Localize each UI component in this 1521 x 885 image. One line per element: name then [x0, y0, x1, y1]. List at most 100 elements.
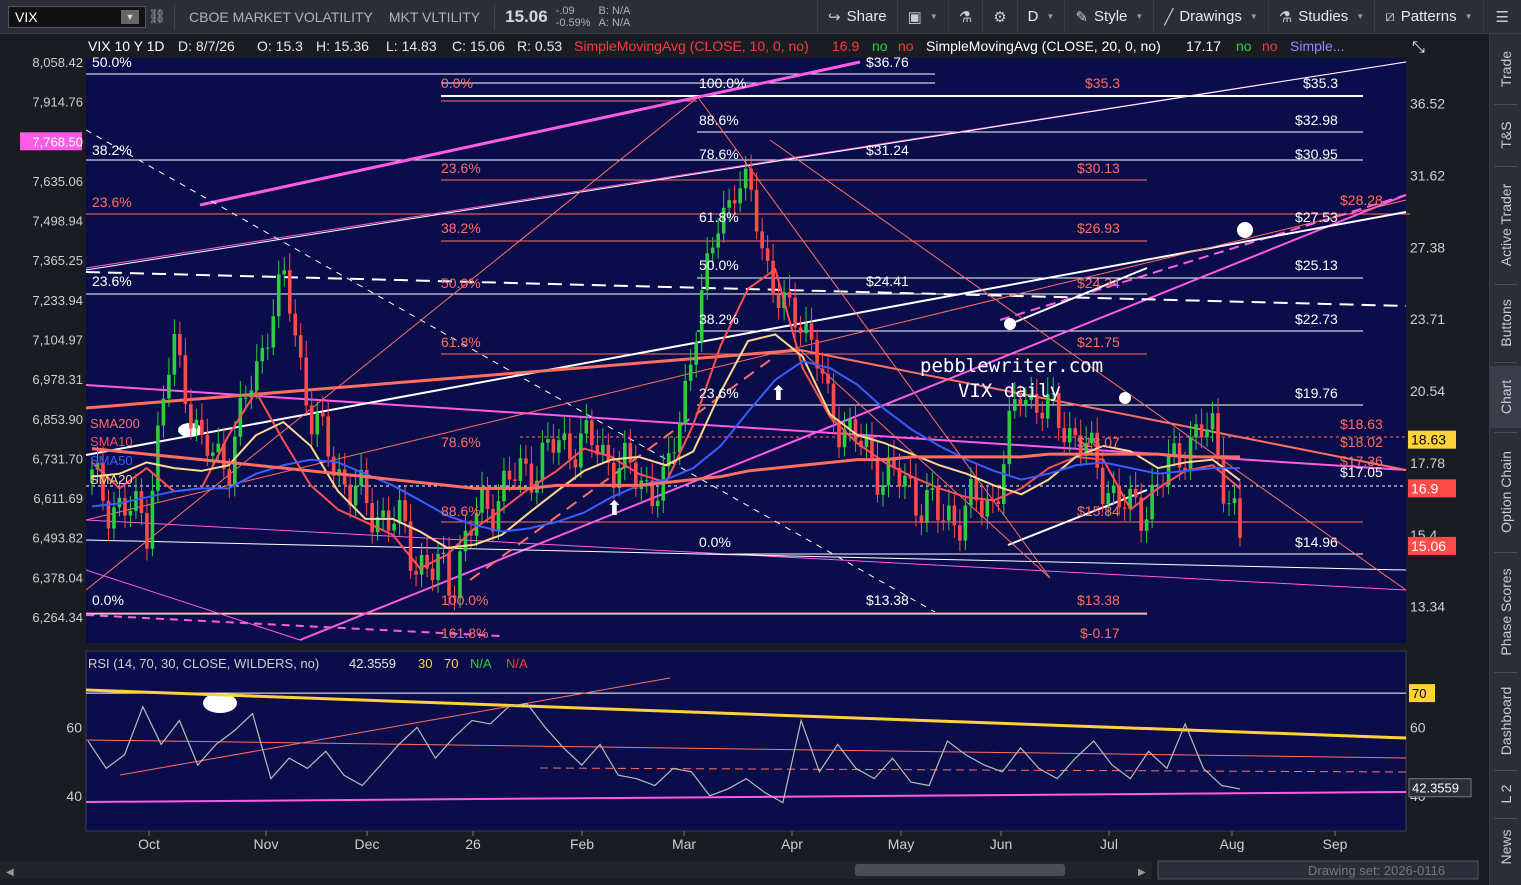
chevron-down-icon: ▼: [1046, 12, 1055, 21]
rsi-ob-badge-text: 70: [1412, 686, 1426, 701]
sidebar-divider: [1494, 552, 1517, 553]
candle-body: [205, 434, 210, 456]
candle-body: [194, 419, 199, 429]
watermark-line-2: VIX daily: [958, 380, 1061, 402]
candle-body: [243, 397, 248, 399]
candle-body: [914, 478, 918, 516]
candle-body: [211, 452, 215, 456]
candle-body: [128, 510, 133, 516]
scrollbar-thumb[interactable]: [855, 864, 1065, 876]
top-toolbar: VIX ▼ ⛓ CBOE MARKET VOLATILITY MKT VLTIL…: [0, 0, 1521, 34]
candle-body: [381, 510, 385, 518]
candle-body: [507, 470, 512, 480]
menu-button[interactable]: ☰: [1482, 0, 1521, 34]
candle-body: [980, 500, 984, 517]
up-arrow-icon: ⬆: [606, 498, 623, 520]
symbol-dropdown-icon[interactable]: ▼: [121, 9, 139, 24]
style-label: Style: [1094, 8, 1128, 25]
horizontal-scrollbar[interactable]: ◀ ▶ Drawing set: 2026-0116: [0, 860, 1479, 880]
flask-button[interactable]: ⚗: [947, 0, 982, 34]
candle-body: [1199, 424, 1204, 438]
candle-body: [1155, 484, 1160, 486]
price-label: $27.53: [1295, 209, 1338, 225]
price-label: $22.73: [1295, 311, 1338, 327]
fib-label: 23.6%: [699, 385, 739, 401]
tab-trade[interactable]: Trade: [1490, 38, 1521, 100]
sidebar-divider: [1494, 166, 1517, 167]
tab-option-chain[interactable]: Option Chain: [1490, 436, 1521, 548]
style-button[interactable]: ✎ Style ▼: [1064, 0, 1153, 34]
scroll-right-icon[interactable]: ▶: [1138, 867, 1146, 878]
price-badge-text: 15.06: [1411, 538, 1446, 554]
price-label: $35.3: [1085, 75, 1120, 91]
drawings-button[interactable]: ╱ Drawings ▼: [1153, 0, 1267, 34]
rsi-pane-bg: [86, 651, 1406, 831]
settings-button[interactable]: ⚙: [982, 0, 1016, 34]
studies-button[interactable]: ⚗ Studies ▼: [1267, 0, 1374, 34]
last-price: 15.06: [505, 6, 548, 26]
right-axis-tick: 23.71: [1410, 311, 1445, 327]
tab-buttons[interactable]: Buttons: [1490, 288, 1521, 358]
price-label: $13.38: [866, 592, 909, 608]
tab-news[interactable]: News: [1490, 822, 1521, 872]
x-axis-tick: Dec: [355, 836, 380, 852]
header-close: C: 15.06: [452, 38, 505, 54]
candle-body: [952, 505, 957, 526]
tab-level2-label: L 2: [1497, 784, 1514, 804]
candle-body: [925, 490, 929, 523]
patterns-button[interactable]: ⧄ Patterns ▼: [1374, 0, 1482, 34]
sidebar-divider: [1494, 432, 1517, 433]
sidebar-divider: [1494, 284, 1517, 285]
candle-body: [551, 439, 556, 453]
price-label: $15.84: [1077, 503, 1120, 519]
tab-phase-scores[interactable]: Phase Scores: [1490, 556, 1521, 668]
scroll-left-icon[interactable]: ◀: [6, 867, 14, 878]
candle-body: [518, 458, 523, 481]
fib-label: 23.6%: [92, 273, 132, 289]
fib-label: 38.2%: [441, 220, 481, 236]
candle-body: [430, 568, 435, 581]
fib-label: 0.0%: [92, 592, 124, 608]
candle-body: [496, 501, 501, 532]
chevron-down-icon: ▼: [1356, 12, 1365, 21]
x-axis-tick: Jul: [1100, 836, 1118, 852]
tab-chart[interactable]: Chart: [1490, 366, 1521, 428]
candle-body: [996, 501, 1001, 504]
candle-body: [172, 333, 177, 375]
candle-body: [183, 355, 188, 405]
candle-body: [1111, 485, 1116, 494]
rsi-ob: 30: [418, 656, 432, 671]
share-button[interactable]: ↪ Share: [817, 0, 897, 34]
candle-body: [1002, 464, 1006, 504]
candle-body: [1172, 443, 1176, 456]
tab-level2[interactable]: L 2: [1490, 774, 1521, 814]
candle-body: [1216, 413, 1220, 456]
candle-body: [156, 425, 160, 491]
tab-dashboard[interactable]: Dashboard: [1490, 676, 1521, 766]
x-axis-tick: Sep: [1323, 836, 1348, 852]
left-axis-tick: 7,365.25: [32, 253, 83, 268]
collapse-icon[interactable]: ⤡: [1412, 39, 1425, 56]
tab-time-and-sales[interactable]: T&S: [1490, 108, 1521, 162]
tab-option-chain-label: Option Chain: [1497, 451, 1514, 533]
tab-active-trader[interactable]: Active Trader: [1490, 170, 1521, 280]
candle-body: [798, 327, 803, 334]
snapshot-button[interactable]: ▣ ▼: [896, 0, 948, 34]
right-axis-tick: 13.34: [1410, 599, 1445, 615]
timeframe-button[interactable]: D ▼: [1016, 0, 1065, 34]
candle-body: [485, 488, 490, 510]
candle-body: [765, 248, 770, 261]
price-chart[interactable]: 8,058.42 7,914.76 7,768.50 7,635.06 7,498.94…: [0, 34, 1489, 885]
price-label: $24.41: [866, 273, 909, 289]
link-icon[interactable]: ⛓: [146, 8, 168, 25]
header-low: L: 14.83: [386, 38, 437, 54]
sma20-label: SimpleMovingAvg (CLOSE, 20, 0, no): [926, 38, 1161, 54]
style-icon: ✎: [1075, 8, 1089, 26]
candle-body: [644, 480, 649, 482]
pane-divider[interactable]: [0, 643, 1406, 651]
more-studies[interactable]: Simple...: [1290, 38, 1344, 54]
candle-body: [974, 479, 979, 501]
symbol-selector[interactable]: VIX ▼: [8, 5, 146, 28]
candle-body: [260, 348, 265, 362]
candle-body: [1144, 519, 1149, 531]
